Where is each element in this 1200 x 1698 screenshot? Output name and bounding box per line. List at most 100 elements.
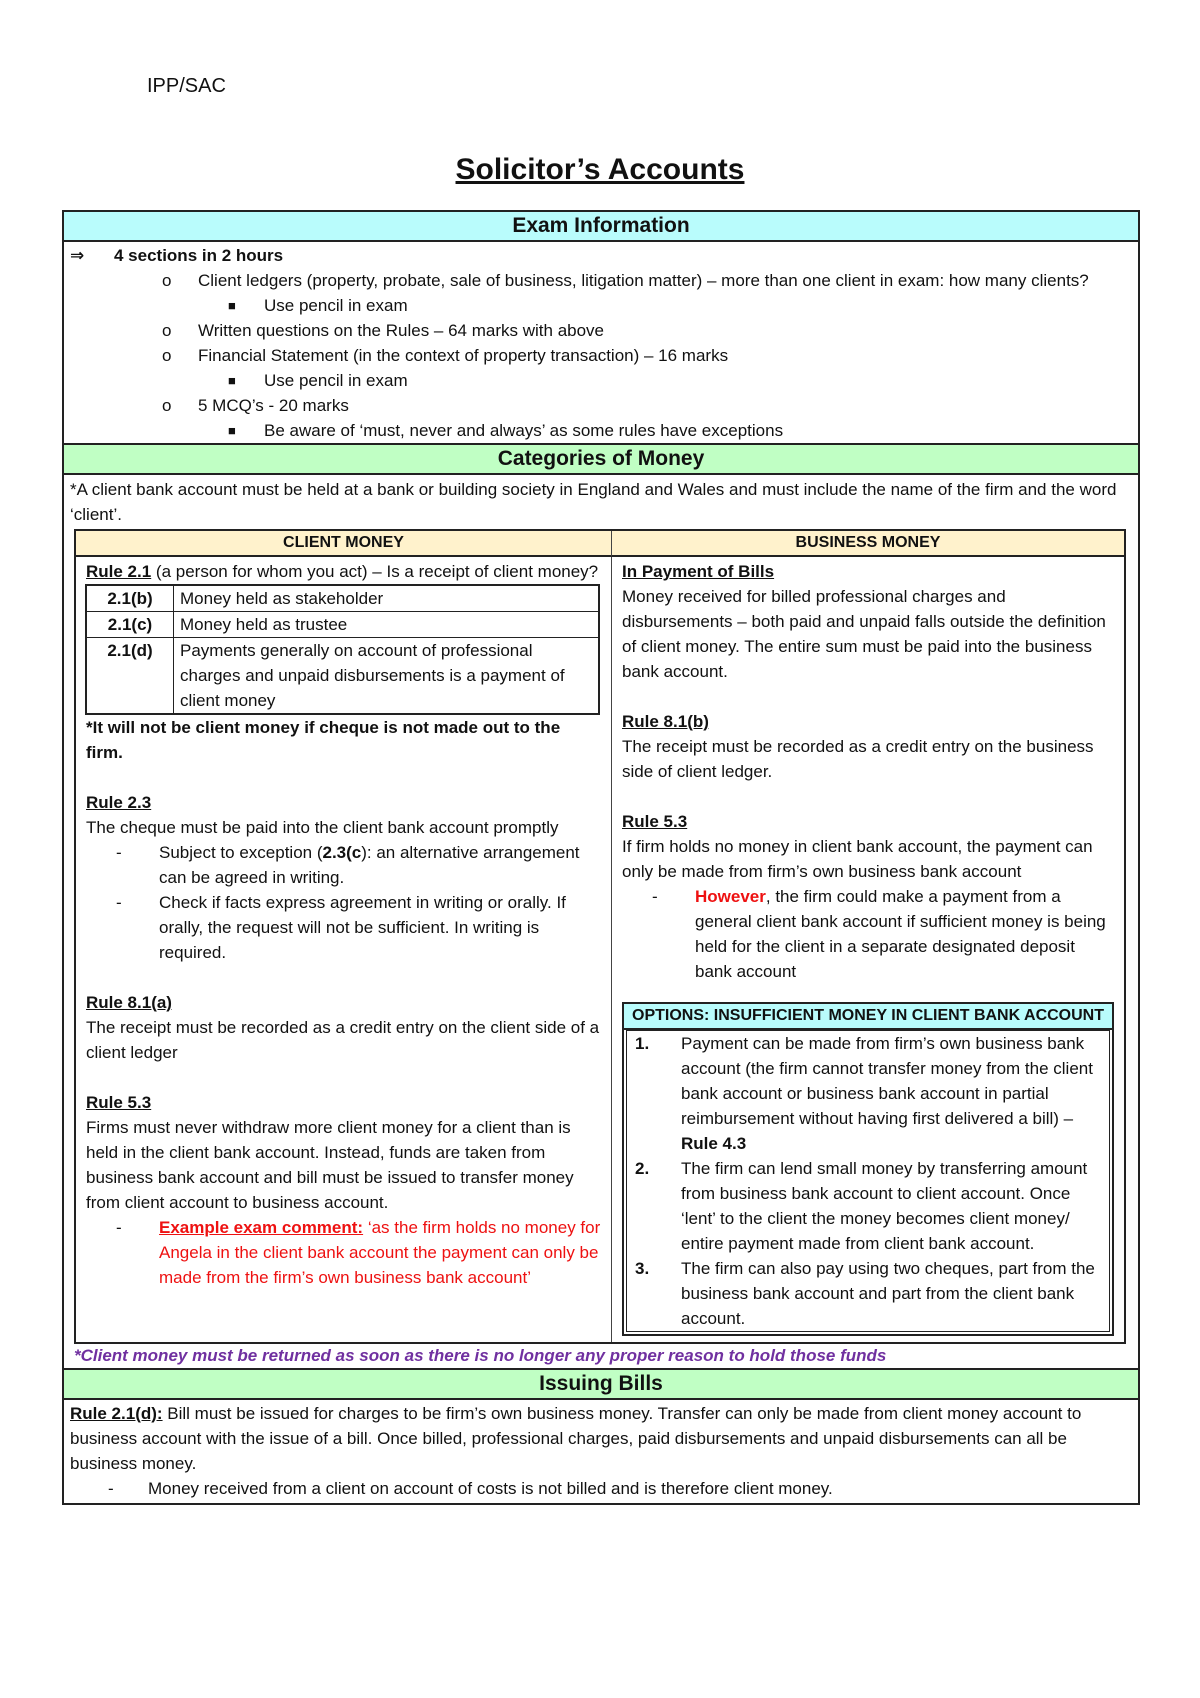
rule-2-3-text: The cheque must be paid into the client … [86,818,559,837]
page-title: Solicitor’s Accounts [455,153,745,186]
client-money-column: Rule 2.1 (a person for whom you act) – I… [76,557,612,1342]
square-bullet-icon: ■ [228,298,236,313]
rule-8-1a-title: Rule 8.1(a) [86,993,172,1012]
exam-main-point-text: 4 sections in 2 hours [114,246,284,265]
list-item-text: Subject to exception (2.3(c): an alterna… [159,840,601,890]
return-client-money-note: *Client money must be returned as soon a… [74,1346,887,1365]
notes-table: Exam Information ⇒ 4 sections in 2 hours… [62,210,1140,1505]
list-item-text: Written questions on the Rules – 64 mark… [198,321,605,340]
circle-bullet-icon: o [162,321,172,340]
list-item: - Subject to exception (2.3(c): an alter… [86,840,601,890]
rule-code: 2.1(b) [85,584,174,612]
option-number: 1. [635,1034,650,1053]
list-subitem-text: Be aware of ‘must, never and always’ as … [264,421,784,440]
exam-information-body: ⇒ 4 sections in 2 hours o Client ledgers… [64,242,1138,443]
rule-description: Money held as stakeholder [173,584,600,612]
options-list: 1. Payment can be made from firm’s own b… [626,1030,1110,1332]
square-bullet-icon: ■ [228,423,236,438]
list-item-text: Financial Statement (in the context of p… [198,346,729,365]
list-item: - However, the firm could make a payment… [622,884,1114,984]
business-money-heading: BUSINESS MONEY [612,531,1124,557]
rule-5-3-title: Rule 5.3 [622,812,688,831]
section-heading-categories-of-money: Categories of Money [64,443,1138,475]
list-item: - Money received from a client on accoun… [70,1476,1132,1501]
issuing-bills-body: Rule 2.1(d): Bill must be issued for cha… [64,1400,1138,1503]
list-item: o Written questions on the Rules – 64 ma… [70,318,1132,343]
rule-code: 2.1(d) [85,637,174,715]
rule-8-1b-title: Rule 8.1(b) [622,712,709,731]
rule-title: Rule 2.1 [86,562,152,581]
rule-code: 2.1(c) [85,611,174,638]
rule-8-1b-text: The receipt must be recorded as a credit… [622,737,1094,781]
arrow-icon: ⇒ [70,246,85,265]
rule-8-1a-text: The receipt must be recorded as a credit… [86,1018,600,1062]
list-item-text: Client ledgers (property, probate, sale … [198,271,1089,290]
list-subitem: ■ Use pencil in exam [70,293,1132,318]
example-label: Example exam comment: [159,1218,364,1237]
rule-title: Rule 2.1(d): [70,1404,163,1423]
list-item-text: However, the firm could make a payment f… [695,884,1114,984]
example-exam-comment: Example exam comment: ‘as the firm holds… [159,1215,601,1290]
rule-2-1-subtable: 2.1(b) Money held as stakeholder 2.1(c) Mo… [85,584,600,715]
list-subitem-text: Use pencil in exam [264,371,408,390]
option-item: 2. The firm can lend small money by tran… [635,1156,1099,1256]
table-row: 2.1(c) Money held as trustee [85,611,600,638]
option-text: Payment can be made from firm’s own busi… [681,1031,1099,1156]
list-item: o Financial Statement (in the context of… [70,343,1132,368]
dash-bullet-icon: - [116,1218,122,1237]
options-box: OPTIONS: INSUFFICIENT MONEY IN CLIENT BA… [622,1002,1114,1336]
client-money-heading: CLIENT MONEY [76,531,612,557]
circle-bullet-icon: o [162,271,172,290]
list-item: - Check if facts express agreement in wr… [86,890,601,965]
rule-reference: 2.3(c [322,843,362,862]
square-bullet-icon: ■ [228,373,236,388]
rule-2-1d-paragraph: Rule 2.1(d): Bill must be issued for cha… [70,1401,1132,1476]
business-money-column: In Payment of Bills Money received for b… [612,557,1124,1342]
dash-bullet-icon: - [116,893,122,912]
payment-of-bills-text: Money received for billed professional c… [622,587,1106,681]
circle-bullet-icon: o [162,346,172,365]
money-comparison-table: CLIENT MONEY BUSINESS MONEY Rule 2.1 (a … [74,529,1126,1344]
table-row: 2.1(b) Money held as stakeholder [85,584,600,612]
rule-2-3-title: Rule 2.3 [86,793,152,812]
rule-5-3-text: Firms must never withdraw more client mo… [86,1118,574,1212]
dash-bullet-icon: - [652,887,658,906]
option-text: The firm can also pay using two cheques,… [681,1259,1095,1328]
rule-5-3-title: Rule 5.3 [86,1093,152,1112]
list-item-text: Check if facts express agreement in writ… [159,893,566,962]
rule-reference: Rule 4.3 [681,1134,747,1153]
rule-description: Payments generally on account of profess… [173,637,600,715]
rule-text: Bill must be issued for charges to be fi… [70,1404,1082,1473]
dash-bullet-icon: - [116,843,122,862]
list-item-text: Money received from a client on account … [148,1479,833,1498]
section-heading-exam-information: Exam Information [64,212,1138,242]
cheque-note: *It will not be client money if cheque i… [86,718,561,762]
section-heading-issuing-bills: Issuing Bills [64,1368,1138,1400]
document-header-code: IPP/SAC [147,75,226,97]
option-text: The firm can lend small money by transfe… [681,1159,1088,1253]
text-fragment: Subject to exception ( [159,843,323,862]
text-fragment: Payment can be made from firm’s own busi… [681,1034,1093,1128]
list-item-text: 5 MCQ’s - 20 marks [198,396,349,415]
option-item: 3. The firm can also pay using two chequ… [635,1256,1099,1331]
dash-bullet-icon: - [108,1479,114,1498]
rule-5-3-text: If firm holds no money in client bank ac… [622,837,1093,881]
rule-description: Money held as trustee [173,611,600,638]
circle-bullet-icon: o [162,396,172,415]
rule-text: (a person for whom you act) – Is a recei… [151,562,599,581]
however-label: However [695,887,766,906]
list-item: o 5 MCQ’s - 20 marks [70,393,1132,418]
option-number: 3. [635,1259,650,1278]
list-subitem: ■ Be aware of ‘must, never and always’ a… [70,418,1132,443]
list-subitem-text: Use pencil in exam [264,296,408,315]
option-number: 2. [635,1159,650,1178]
table-row: 2.1(d) Payments generally on account of p… [85,637,600,715]
payment-of-bills-title: In Payment of Bills [622,562,775,581]
exam-main-point: ⇒ 4 sections in 2 hours [70,243,1132,268]
client-account-note: *A client bank account must be held at a… [70,480,1117,524]
rule-2-1-paragraph: Rule 2.1 (a person for whom you act) – I… [86,559,601,584]
list-subitem: ■ Use pencil in exam [70,368,1132,393]
list-item: - Example exam comment: ‘as the firm hol… [86,1215,601,1290]
option-item: 1. Payment can be made from firm’s own b… [635,1031,1099,1156]
options-heading: OPTIONS: INSUFFICIENT MONEY IN CLIENT BA… [624,1004,1112,1030]
